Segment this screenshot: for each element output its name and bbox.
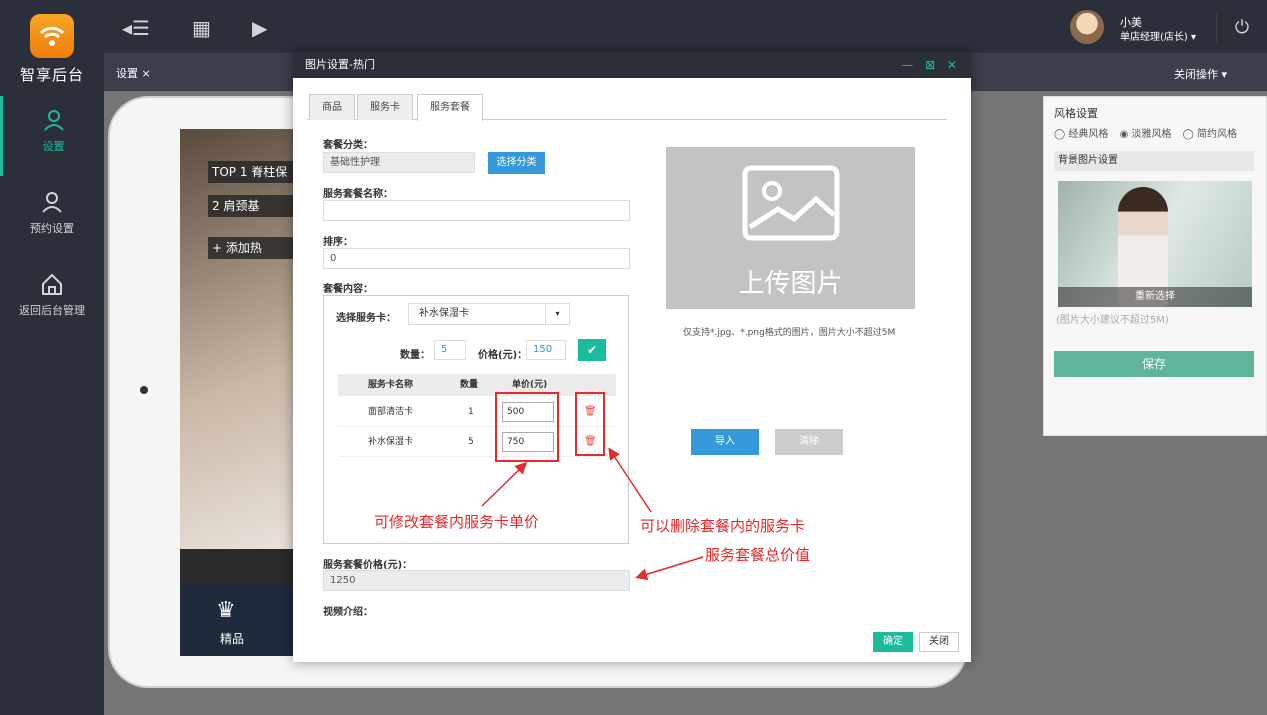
annotation-total-value: 服务套餐总价值 (705, 546, 811, 564)
annotation-edit-price: 可修改套餐内服务卡单价 (374, 513, 540, 531)
annotation-delete-card: 可以删除套餐内的服务卡 (640, 517, 806, 535)
annotation-arrows (481, 447, 704, 581)
